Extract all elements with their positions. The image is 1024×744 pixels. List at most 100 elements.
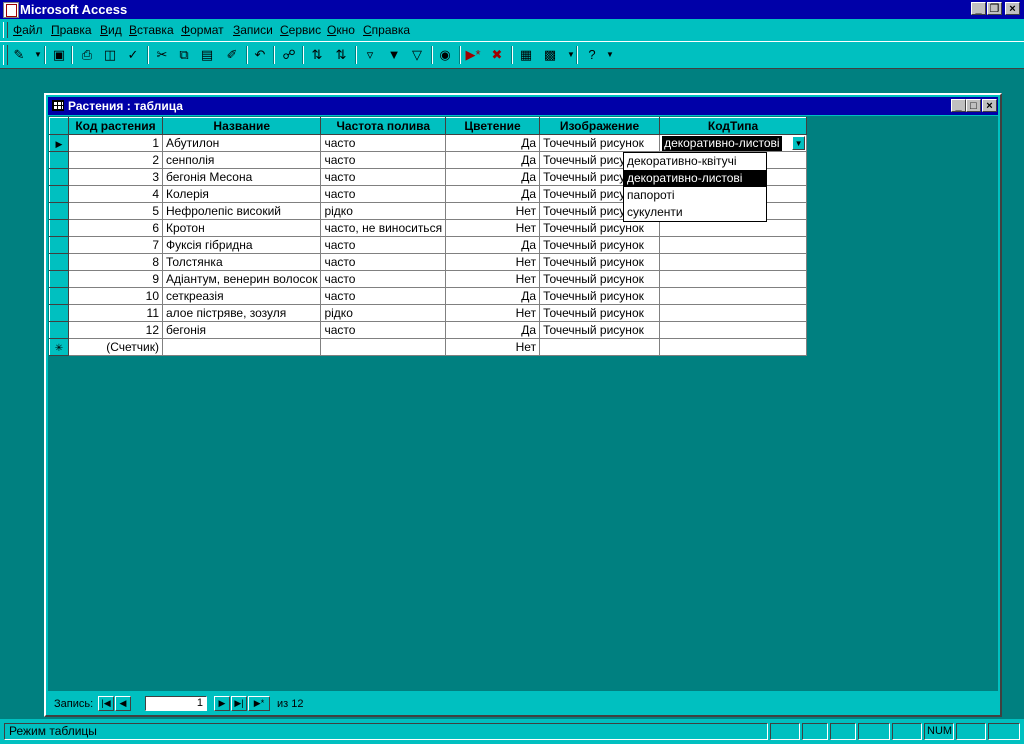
new-record-row[interactable]: ✳ (Счетчик) Нет — [49, 338, 808, 356]
cell-name[interactable]: Толстянка — [161, 253, 322, 271]
minimize-button[interactable]: _ — [971, 2, 986, 15]
table-row[interactable]: ▶ 1 Абутилон часто Да Точечный рисунок декорат… — [49, 134, 808, 152]
cell-image[interactable]: Точечный рисунок — [539, 134, 661, 152]
cell-name[interactable]: Кротон — [161, 219, 322, 237]
cell-bloom[interactable]: Да — [445, 168, 541, 186]
cell-image[interactable]: Точечный рисунок — [539, 321, 661, 339]
cell-bloom[interactable]: Да — [445, 134, 541, 152]
cell-type[interactable]: декоративно-листові ▼ — [659, 134, 808, 152]
save-icon[interactable]: ▣ — [49, 45, 69, 65]
cell-frequency[interactable] — [320, 338, 447, 356]
cell-id[interactable]: 1 — [68, 134, 163, 152]
cell-name[interactable]: Адіантум, венерин волосок — [161, 270, 322, 288]
cell-id[interactable]: 6 — [68, 219, 163, 237]
cell-id[interactable]: 7 — [68, 236, 163, 254]
select-all-cell[interactable] — [49, 117, 69, 135]
cut-icon[interactable]: ✂ — [152, 45, 172, 65]
cell-bloom[interactable]: Да — [445, 321, 541, 339]
cell-frequency[interactable]: часто — [320, 134, 447, 152]
type-combo-box[interactable]: декоративно-листові ▼ — [661, 135, 806, 151]
cell-image[interactable]: Точечный рисунок — [539, 270, 661, 288]
close-button[interactable]: × — [1005, 2, 1020, 15]
cell-type[interactable] — [659, 253, 808, 271]
cell-name[interactable]: сенполія — [161, 151, 322, 169]
menu-grip[interactable] — [3, 22, 8, 38]
cell-id[interactable]: 2 — [68, 151, 163, 169]
cell-type[interactable] — [659, 236, 808, 254]
new-record-icon[interactable]: ▶* — [463, 45, 483, 65]
cell-type[interactable] — [659, 270, 808, 288]
first-record-button[interactable]: |◀ — [98, 696, 114, 711]
cell-name[interactable]: бегонія Месона — [161, 168, 322, 186]
table-row[interactable]: 10 сеткреазія часто Да Точечный рисунок — [49, 287, 808, 305]
cell-type[interactable] — [659, 338, 808, 356]
new-record-nav-button[interactable]: ▶* — [248, 696, 270, 711]
menu-format[interactable]: Формат — [181, 23, 224, 37]
cell-frequency[interactable]: часто — [320, 270, 447, 288]
cell-id[interactable]: (Счетчик) — [68, 338, 163, 356]
cell-name[interactable]: Колерія — [161, 185, 322, 203]
sort-descending-icon[interactable]: ⇅ — [331, 45, 351, 65]
find-icon[interactable]: ◉ — [435, 45, 455, 65]
cell-type[interactable] — [659, 304, 808, 322]
column-header-id[interactable]: Код растения — [68, 117, 163, 135]
toolbar-grip[interactable] — [3, 45, 8, 65]
cell-name[interactable]: Фуксія гібридна — [161, 236, 322, 254]
cell-bloom[interactable]: Да — [445, 151, 541, 169]
row-selector[interactable] — [49, 236, 69, 254]
table-row[interactable]: 11 алое пістряве, зозуля рідко Нет Точечный … — [49, 304, 808, 322]
print-icon[interactable]: ⎙ — [77, 45, 97, 65]
dropdown-option[interactable]: папороті — [624, 187, 766, 204]
new-object-dropdown-icon[interactable]: ▼ — [561, 45, 581, 65]
table-row[interactable]: 7 Фуксія гібридна часто Да Точечный рисунок — [49, 236, 808, 254]
cell-bloom[interactable]: Нет — [445, 270, 541, 288]
row-selector[interactable] — [49, 270, 69, 288]
row-selector[interactable] — [49, 168, 69, 186]
row-selector[interactable] — [49, 185, 69, 203]
row-selector[interactable]: ✳ — [49, 338, 69, 356]
cell-frequency[interactable]: часто — [320, 321, 447, 339]
cell-bloom[interactable]: Да — [445, 287, 541, 305]
row-selector[interactable] — [49, 219, 69, 237]
cell-name[interactable] — [161, 338, 322, 356]
cell-image[interactable]: Точечный рисунок — [539, 219, 661, 237]
filter-by-form-icon[interactable]: ▼ — [384, 45, 404, 65]
database-window-icon[interactable]: ▦ — [516, 45, 536, 65]
menu-window[interactable]: Окно — [327, 23, 355, 37]
menu-records[interactable]: Записи — [233, 23, 273, 37]
column-header-bloom[interactable]: Цветение — [445, 117, 541, 135]
cell-image[interactable]: Точечный рисунок — [539, 253, 661, 271]
new-object-icon[interactable]: ▩ — [540, 45, 560, 65]
paste-icon[interactable]: ▤ — [197, 45, 217, 65]
cell-frequency[interactable]: часто, не виноситься — [320, 219, 447, 237]
row-selector[interactable] — [49, 287, 69, 305]
print-preview-icon[interactable]: ◫ — [100, 45, 120, 65]
cell-type[interactable] — [659, 321, 808, 339]
cell-frequency[interactable]: рідко — [320, 202, 447, 220]
copy-icon[interactable]: ⧉ — [174, 45, 194, 65]
cell-image[interactable]: Точечный рисунок — [539, 287, 661, 305]
hyperlink-icon[interactable]: ☍ — [279, 45, 299, 65]
cell-image[interactable]: Точечный рисунок — [539, 304, 661, 322]
dropdown-option[interactable]: сукуленти — [624, 204, 766, 221]
cell-id[interactable]: 3 — [68, 168, 163, 186]
row-selector[interactable] — [49, 253, 69, 271]
cell-id[interactable]: 9 — [68, 270, 163, 288]
cell-frequency[interactable]: часто — [320, 236, 447, 254]
column-header-frequency[interactable]: Частота полива — [320, 117, 447, 135]
menu-tools[interactable]: Сервис — [280, 23, 321, 37]
row-selector[interactable]: ▶ — [49, 134, 69, 152]
row-selector[interactable] — [49, 321, 69, 339]
child-maximize-button[interactable]: □ — [966, 99, 981, 112]
access-app-icon[interactable] — [3, 2, 19, 18]
next-record-button[interactable]: ▶ — [214, 696, 230, 711]
menu-view[interactable]: Вид — [100, 23, 122, 37]
table-row[interactable]: 8 Толстянка часто Нет Точечный рисунок — [49, 253, 808, 271]
cell-id[interactable]: 5 — [68, 202, 163, 220]
apply-filter-icon[interactable]: ▽ — [407, 45, 427, 65]
menu-help[interactable]: Справка — [363, 23, 410, 37]
dropdown-option[interactable]: декоративно-квітучі — [624, 153, 766, 170]
format-painter-icon[interactable]: ✐ — [222, 45, 242, 65]
delete-record-icon[interactable]: ✖ — [487, 45, 507, 65]
view-icon[interactable]: ✎ — [9, 45, 29, 65]
